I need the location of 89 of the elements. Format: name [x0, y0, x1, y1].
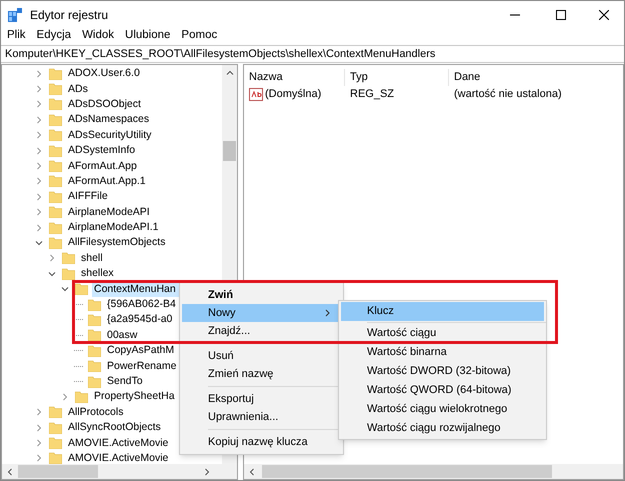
folder-icon — [88, 298, 101, 311]
column-header[interactable]: Dane — [448, 69, 480, 86]
folder-icon — [49, 422, 62, 434]
folder-icon — [49, 236, 62, 249]
tree-item[interactable]: AirplaneModeAPI.1 — [66, 220, 160, 236]
table-cell-text: (wartość nie ustalona) — [453, 87, 562, 102]
tree-item[interactable]: AllProtocols — [66, 404, 126, 420]
tree-item[interactable]: ADsNamespaces — [66, 112, 152, 128]
tree-item[interactable]: ADSystemInfo — [66, 143, 138, 158]
menu-item[interactable]: Klucz — [341, 302, 544, 321]
folder-icon — [88, 360, 101, 372]
tree-item[interactable]: {a2a9545d-a0 — [105, 312, 174, 328]
column-header[interactable]: Nazwa — [244, 69, 344, 86]
menu-item[interactable]: Wartość ciągu wielokrotnego — [341, 400, 544, 419]
menu-item[interactable]: Wartość QWORD (64-bitowa) — [341, 381, 544, 400]
folder-icon — [49, 129, 62, 142]
folder-icon — [49, 98, 62, 110]
scrollbar-thumb[interactable] — [262, 465, 552, 478]
menu-item[interactable]: Usuń — [182, 347, 341, 365]
tree-item[interactable]: ADsDSOObject — [66, 96, 143, 112]
string-value-icon — [249, 88, 263, 101]
folder-icon — [49, 406, 62, 418]
tree-item[interactable]: ADsSecurityUtility — [66, 128, 154, 143]
scroll-right-icon[interactable] — [203, 468, 211, 476]
folder-icon — [88, 344, 101, 357]
tree-item[interactable]: AIFFFile — [66, 189, 110, 204]
menu-item[interactable]: Zmień nazwę — [182, 365, 341, 383]
menu-bar-item[interactable]: Widok — [82, 26, 114, 44]
folder-icon — [49, 206, 62, 218]
tree-item[interactable]: shell — [79, 250, 105, 266]
tree-item[interactable]: AFormAut.App — [66, 158, 139, 174]
menu-item[interactable]: Wartość binarna — [341, 343, 544, 362]
table-cell-text: (Domyślna) — [265, 87, 322, 102]
app-icon — [8, 8, 22, 22]
menu-item[interactable]: Nowy — [182, 304, 341, 322]
table-cell-text: REG_SZ — [349, 87, 396, 102]
maximize-icon — [556, 10, 566, 20]
folder-icon — [49, 222, 62, 234]
folder-icon — [88, 329, 101, 342]
folder-icon — [49, 68, 62, 80]
window-title: Edytor rejestru — [30, 6, 108, 24]
menu-bar-item[interactable]: Pomoc — [181, 26, 218, 44]
tree-item[interactable]: {596AB062-B4 — [105, 297, 178, 312]
tree-item[interactable]: AMOVIE.ActiveMovie — [66, 436, 170, 451]
menu-item[interactable]: Eksportuj — [182, 390, 341, 408]
folder-icon — [49, 175, 62, 188]
folder-icon — [75, 283, 88, 296]
horizontal-scrollbar[interactable] — [244, 464, 623, 479]
close-icon — [599, 10, 609, 20]
folder-icon — [49, 83, 62, 96]
scroll-up-icon[interactable] — [226, 69, 234, 77]
menu-item[interactable]: Kopiuj nazwę klucza — [182, 433, 341, 451]
scrollbar-thumb[interactable] — [18, 465, 98, 478]
folder-icon — [62, 268, 75, 280]
column-header[interactable]: Typ — [344, 69, 448, 86]
tree-item[interactable]: AFormAut.App.1 — [66, 174, 148, 189]
scrollbar-thumb[interactable] — [223, 141, 236, 161]
menu-bar-item[interactable]: Plik — [7, 26, 26, 44]
folder-icon — [49, 437, 62, 450]
folder-icon — [88, 376, 101, 388]
scroll-left-icon[interactable] — [248, 468, 256, 476]
folder-icon — [75, 390, 88, 403]
tree-item[interactable]: shellex — [79, 266, 116, 282]
folder-icon — [49, 160, 62, 172]
menu-item[interactable]: Wartość ciągu rozwijalnego — [341, 419, 544, 438]
folder-icon — [88, 314, 101, 326]
menu-bar-item[interactable]: Ulubione — [125, 26, 170, 44]
tree-item[interactable]: ADOX.User.6.0 — [66, 66, 142, 82]
scroll-left-icon[interactable] — [6, 468, 14, 476]
address-bar[interactable]: Komputer\HKEY_CLASSES_ROOT\AllFilesystemObjects\shellex\ContextMenuHandlers — [1, 45, 624, 63]
menu-item[interactable]: Wartość DWORD (32-bitowa) — [341, 362, 544, 381]
tree-item[interactable]: AirplaneModeAPI — [66, 204, 152, 220]
tree-item[interactable]: ADs — [66, 82, 90, 97]
folder-icon — [49, 144, 62, 157]
menu-item[interactable]: Uprawnienia... — [182, 408, 341, 426]
tree-item[interactable]: AMOVIE.ActiveMovie — [66, 450, 170, 464]
folder-icon — [49, 114, 62, 126]
tree-item[interactable]: PropertySheetHa — [92, 389, 177, 404]
horizontal-scrollbar[interactable] — [2, 464, 237, 479]
folder-icon — [49, 190, 62, 203]
tree-item[interactable]: PowerRename — [105, 358, 178, 374]
tree-item[interactable]: SendTo — [105, 374, 145, 389]
tree-item[interactable]: CopyAsPathM — [105, 343, 176, 358]
tree-item[interactable]: AllFilesystemObjects — [66, 235, 168, 250]
menu-bar-item[interactable]: Edycja — [36, 26, 72, 44]
tree-item[interactable]: 00asw — [105, 328, 140, 343]
folder-icon — [62, 252, 75, 264]
menu-item[interactable]: Znajdź... — [182, 322, 341, 340]
tree-item[interactable]: AllSyncRootObjects — [66, 420, 163, 436]
